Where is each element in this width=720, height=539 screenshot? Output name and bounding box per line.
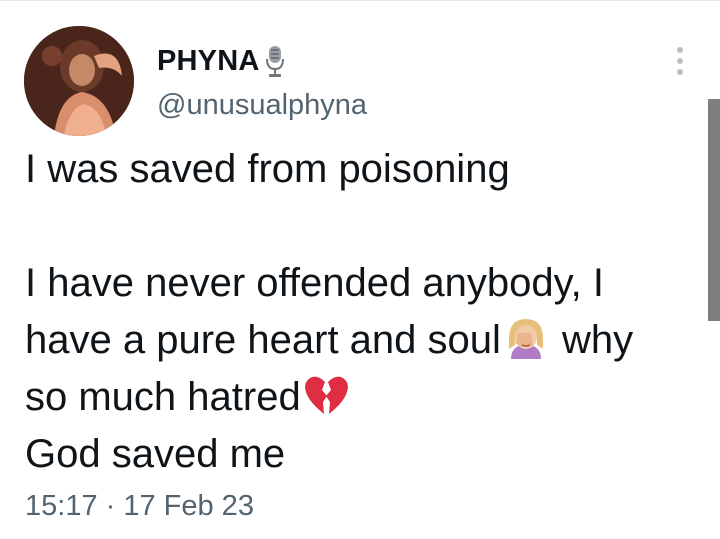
author-row: PHYNA: [157, 43, 286, 79]
tweet-line: so much hatred: [25, 369, 705, 426]
tweet-text: I was saved from poisoning I have never …: [25, 141, 705, 483]
tweet-line: I was saved from poisoning: [25, 147, 510, 191]
tweet-line-part: why: [550, 318, 634, 362]
broken-heart-emoji: [303, 372, 349, 418]
user-handle[interactable]: @unusualphyna: [157, 89, 367, 122]
scrollbar[interactable]: [708, 99, 720, 321]
facepalm-emoji: [503, 315, 549, 361]
tweet-card: PHYNA @unusualphyna I was saved from poi…: [0, 0, 720, 539]
tweet-line-part: so much hatred: [25, 375, 301, 419]
more-dot: [677, 69, 683, 75]
tweet-timestamp[interactable]: 15:17 · 17 Feb 23: [25, 490, 254, 523]
tweet-line: I have never offended anybody, I: [25, 261, 604, 305]
more-options-button[interactable]: [668, 41, 692, 81]
microphone-icon: [264, 44, 286, 78]
tweet-line-part: have a pure heart and soul: [25, 318, 501, 362]
tweet-line: God saved me: [25, 432, 286, 476]
display-name[interactable]: PHYNA: [157, 45, 260, 78]
profile-photo-image: [24, 26, 134, 136]
more-vertical-icon: [677, 47, 683, 53]
tweet-line: have a pure heart and soul why: [25, 312, 705, 369]
more-dot: [677, 58, 683, 64]
avatar[interactable]: [24, 26, 134, 136]
